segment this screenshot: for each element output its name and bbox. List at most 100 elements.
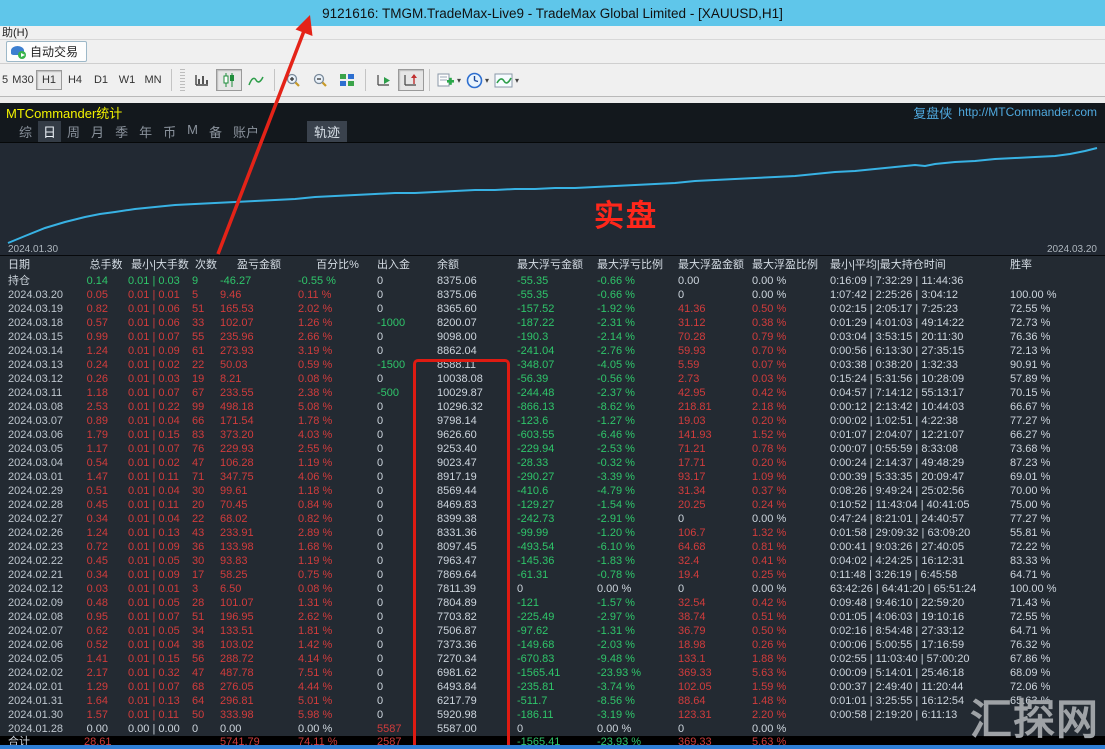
cell: 2.66 % (298, 330, 377, 344)
table-row: 2024.03.141.240.01 | 0.0961273.933.19 %0… (0, 344, 1105, 358)
zoom-out-icon[interactable] (307, 69, 333, 91)
zoom-in-icon[interactable] (280, 69, 306, 91)
cell: 487.78 (220, 666, 298, 680)
bar-chart-icon[interactable] (189, 69, 215, 91)
table-row: 持仓0.140.01 | 0.039-46.27-0.55 %08375.06-… (0, 274, 1105, 288)
toolbar-grip[interactable] (180, 69, 185, 91)
cell: 0 (377, 652, 437, 666)
cell: 0:03:38 | 0:38:20 | 1:32:33 (830, 358, 1010, 372)
cell: -244.48 (517, 386, 597, 400)
cell: 333.98 (220, 708, 298, 722)
cell: 196.95 (220, 610, 298, 624)
tab-日[interactable]: 日 (38, 121, 61, 142)
cell: 0.00 % (752, 288, 830, 302)
table-row: 2024.03.150.990.01 | 0.0755235.962.66 %0… (0, 330, 1105, 344)
cell: 2.02 % (298, 302, 377, 316)
cell: 0 (192, 722, 220, 736)
cell: 0.11 % (298, 288, 377, 302)
cell: 100.00 % (1010, 582, 1105, 596)
cell: -603.55 (517, 428, 597, 442)
cell: 8331.36 (437, 526, 517, 540)
cell: 0:09:48 | 9:46:10 | 22:59:20 (830, 596, 1010, 610)
cell: 36.79 (678, 624, 752, 638)
menu-item-help[interactable]: 助(H) (2, 27, 28, 39)
cell: 0.01 | 0.06 (128, 316, 192, 330)
cell: -2.76 % (597, 344, 678, 358)
cell: -8.56 % (597, 694, 678, 708)
timeframe-H1[interactable]: H1 (36, 70, 62, 90)
auto-scroll-icon[interactable] (371, 69, 397, 91)
cell: 47 (192, 456, 220, 470)
chart-shift-icon[interactable] (398, 69, 424, 91)
auto-trading-button[interactable]: 自动交易 (6, 41, 87, 62)
cell: 2024.02.05 (8, 652, 84, 666)
cell: 2024.02.01 (8, 680, 84, 694)
line-chart-icon[interactable] (243, 69, 269, 91)
cell: 87.23 % (1010, 456, 1105, 470)
timeframe-MN[interactable]: MN (140, 70, 166, 90)
cell: 最大浮亏金额 (517, 256, 597, 274)
table-row: 2024.02.280.450.01 | 0.112070.450.84 %08… (0, 498, 1105, 512)
cell: 1.32 % (752, 526, 830, 540)
tab-账户[interactable]: 账户 (228, 121, 264, 142)
cell: 66.27 % (1010, 428, 1105, 442)
cell: 0.00 (84, 722, 128, 736)
cell: 6493.84 (437, 680, 517, 694)
cell: 0.24 % (752, 498, 830, 512)
cell: 0 (678, 288, 752, 302)
chevron-down-icon: ▾ (485, 76, 489, 85)
timeframe-H4[interactable]: H4 (62, 70, 88, 90)
cell: 64.71 % (1010, 624, 1105, 638)
cell: 0.72 (84, 540, 128, 554)
candlestick-chart-icon[interactable] (216, 69, 242, 91)
cell: 0.54 (84, 456, 128, 470)
cell: 0 (517, 582, 597, 596)
cell: 0.26 % (752, 638, 830, 652)
tab-月[interactable]: 月 (86, 121, 109, 142)
cell: 8097.45 (437, 540, 517, 554)
timeframe-M30[interactable]: M30 (10, 70, 36, 90)
tab-备[interactable]: 备 (204, 121, 227, 142)
tab-年[interactable]: 年 (134, 121, 157, 142)
cell: -500 (377, 386, 437, 400)
cell: 0 (377, 596, 437, 610)
cell: 0 (678, 582, 752, 596)
timeframe-W1[interactable]: W1 (114, 70, 140, 90)
cell: 2.55 % (298, 442, 377, 456)
cell: 2.89 % (298, 526, 377, 540)
tab-周[interactable]: 周 (62, 121, 85, 142)
cell: 1.68 % (298, 540, 377, 554)
cell: 1.79 (84, 428, 128, 442)
cell: 4.03 % (298, 428, 377, 442)
cell: 102.05 (678, 680, 752, 694)
cell: 持仓 (8, 274, 84, 288)
timeframe-5[interactable]: 5 (0, 70, 10, 90)
periods-clock-button[interactable]: ▾ (466, 72, 489, 89)
tab-M[interactable]: M (182, 121, 203, 142)
tab-综[interactable]: 综 (14, 121, 37, 142)
cell: 2024.02.21 (8, 568, 84, 582)
cell: 0.50 % (752, 624, 830, 638)
brand-url-link[interactable]: http://MTCommander.com (958, 105, 1097, 119)
menu-bar: 助(H) (0, 26, 1105, 40)
cell: 2024.03.13 (8, 358, 84, 372)
mtcommander-panel: MTCommander统计 复盘侠 http://MTCommander.com… (0, 103, 1105, 749)
cell: 1:07:42 | 2:25:26 | 3:04:12 (830, 288, 1010, 302)
cell: 0.01 | 0.09 (128, 568, 192, 582)
equity-curve (0, 143, 1105, 248)
cell: 2024.02.26 (8, 526, 84, 540)
cell: 0.24 (84, 358, 128, 372)
cell: 2024.03.18 (8, 316, 84, 330)
cell: 2024.02.27 (8, 512, 84, 526)
cell: 0:08:26 | 9:49:24 | 25:02:56 (830, 484, 1010, 498)
tile-windows-icon[interactable] (334, 69, 360, 91)
tab-trajectory[interactable]: 轨迹 (307, 121, 347, 142)
cell: 100.00 % (1010, 288, 1105, 302)
tab-币[interactable]: 币 (158, 121, 181, 142)
cell: 0.79 % (752, 330, 830, 344)
timeframe-D1[interactable]: D1 (88, 70, 114, 90)
tab-季[interactable]: 季 (110, 121, 133, 142)
indicators-button[interactable]: ▾ (494, 73, 519, 88)
cell: 6217.79 (437, 694, 517, 708)
new-order-button[interactable]: ▾ (437, 72, 461, 88)
